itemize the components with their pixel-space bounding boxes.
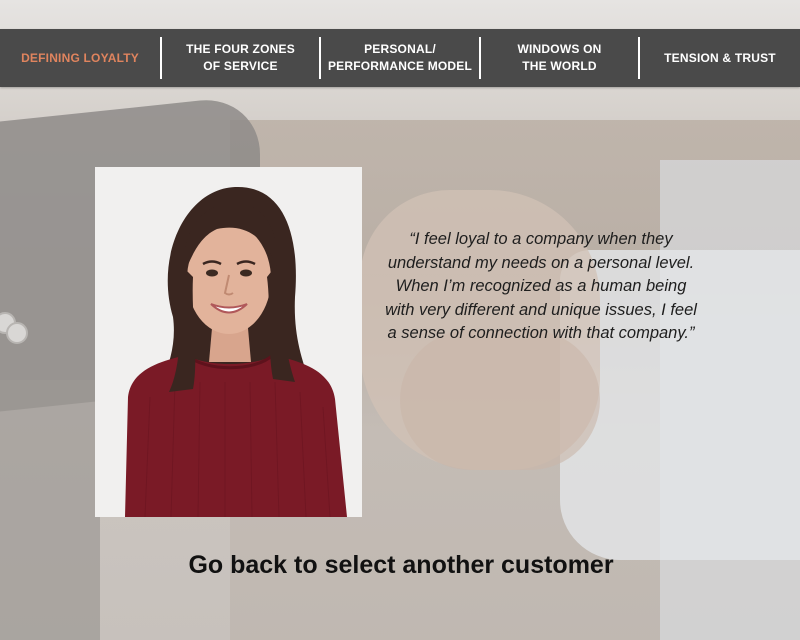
nav-label: TENSION & TRUST [664,50,776,65]
nav-four-zones-of-service[interactable]: THE FOUR ZONES OF SERVICE [162,37,321,79]
customer-quote: “I feel loyal to a company when they und… [385,230,697,342]
go-back-link[interactable]: Go back to select another customer [0,551,800,580]
nav-label: DEFINING LOYALTY [21,50,139,65]
nav-windows-on-the-world[interactable]: WINDOWS ON THE WORLD [481,37,640,79]
nav-label: PERSONAL/ PERFORMANCE MODEL [327,42,473,73]
customer-photo [95,167,362,517]
nav-defining-loyalty[interactable]: DEFINING LOYALTY [0,37,162,79]
nav-tension-and-trust[interactable]: TENSION & TRUST [640,37,800,79]
top-navigation: DEFINING LOYALTY THE FOUR ZONES OF SERVI… [0,29,800,87]
go-back-label: Go back to select another customer [188,551,614,579]
nav-personal-performance-model[interactable]: PERSONAL/ PERFORMANCE MODEL [321,37,481,79]
nav-label: WINDOWS ON THE WORLD [517,42,602,73]
nav-label: THE FOUR ZONES OF SERVICE [186,42,295,73]
